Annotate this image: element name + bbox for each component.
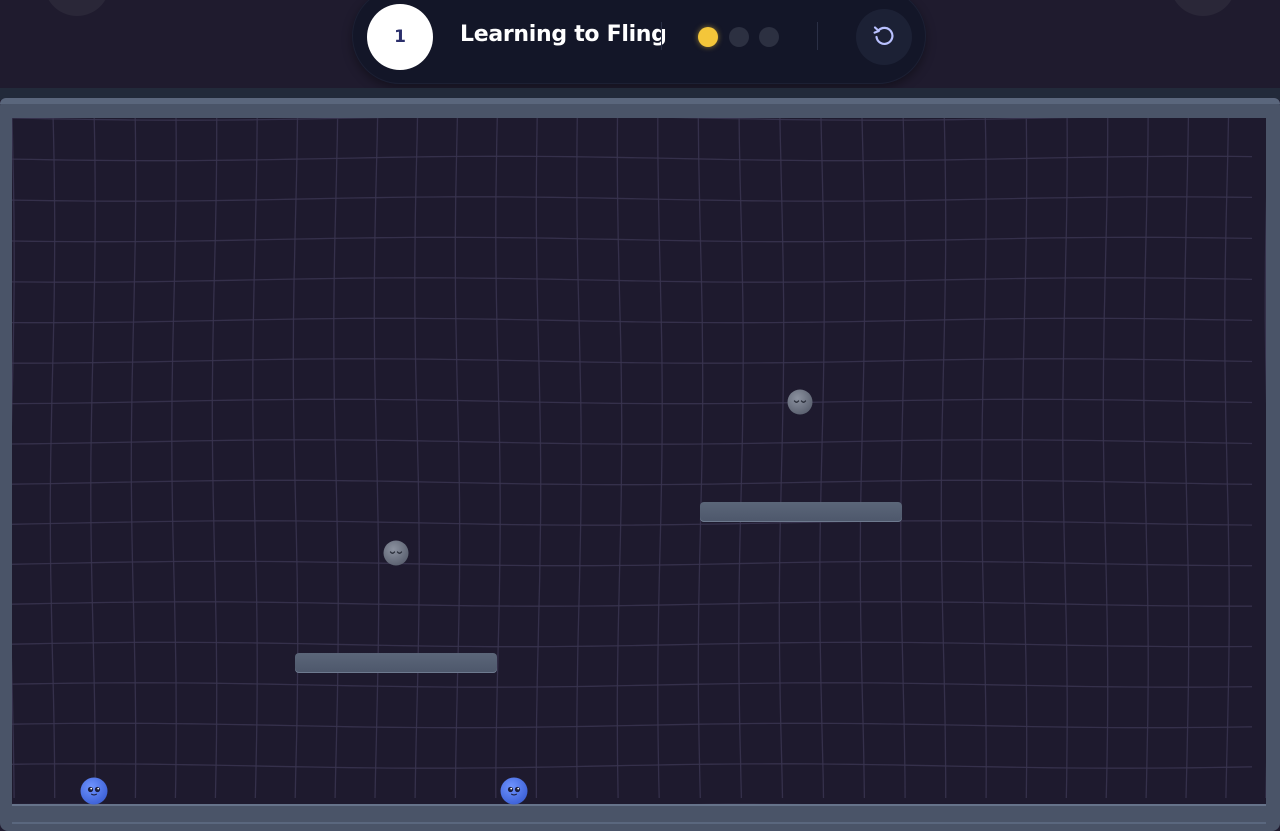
arena-floor xyxy=(12,804,1266,824)
progress-dot-1 xyxy=(698,27,718,47)
grid-line-horizontal xyxy=(12,560,1253,567)
sleeping-target-lower xyxy=(383,540,409,566)
grid-line-vertical xyxy=(1021,118,1028,799)
restart-button[interactable] xyxy=(856,9,912,65)
sleeping-target-upper xyxy=(787,389,813,415)
grid-line-vertical xyxy=(697,118,704,799)
grid-line-vertical xyxy=(819,118,825,799)
grid-line-vertical xyxy=(414,118,420,799)
level-hud: 1 Learning to Fling xyxy=(352,0,926,84)
grid-line-horizontal xyxy=(12,118,1083,121)
grid-line-vertical xyxy=(49,118,56,799)
grid-line-vertical xyxy=(495,118,501,798)
arena-ceiling xyxy=(0,98,1280,104)
grid-line-horizontal xyxy=(12,479,1253,486)
grid-line-vertical xyxy=(454,118,461,799)
floor-edge xyxy=(12,804,1266,806)
grid-line-horizontal xyxy=(12,520,1253,526)
grid-line-vertical xyxy=(981,118,987,799)
sleeping-face-icon xyxy=(787,389,813,415)
sleeping-face-icon xyxy=(383,540,409,566)
grid-line-vertical xyxy=(1183,118,1190,799)
background-grid xyxy=(12,118,1266,804)
blue-ball-right[interactable] xyxy=(500,777,528,805)
grid-line-horizontal xyxy=(12,439,1253,445)
grid-line-vertical xyxy=(130,118,137,799)
play-field[interactable] xyxy=(12,118,1266,804)
grid-line-horizontal xyxy=(12,196,1253,202)
hud-divider-left xyxy=(661,22,662,50)
grid-line-vertical xyxy=(211,118,218,799)
grid-line-vertical xyxy=(576,118,582,799)
grid-line-vertical xyxy=(90,118,96,799)
grid-line-vertical xyxy=(171,118,177,799)
grid-line-vertical xyxy=(1264,195,1266,799)
happy-face-icon xyxy=(80,777,108,805)
upper-right-platform xyxy=(700,502,902,522)
progress-dot-2 xyxy=(729,27,749,47)
blue-ball-left[interactable] xyxy=(80,777,108,805)
grid-line-vertical xyxy=(333,118,339,799)
grid-line-vertical xyxy=(292,118,299,799)
progress-dot-3 xyxy=(759,27,779,47)
grid-line-vertical xyxy=(1143,118,1149,799)
restart-icon xyxy=(870,21,898,53)
grid-line-vertical xyxy=(12,118,15,799)
grid-line-horizontal xyxy=(12,317,1253,324)
grid-line-horizontal xyxy=(12,398,1253,405)
grid-line-vertical xyxy=(616,118,623,799)
grid-line-vertical xyxy=(373,118,380,799)
level-number: 1 xyxy=(394,27,406,47)
level-number-badge: 1 xyxy=(367,4,433,70)
grid-line-horizontal xyxy=(12,277,1253,283)
grid-line-vertical xyxy=(535,118,542,799)
grid-line-vertical xyxy=(859,118,866,799)
grid-line-vertical xyxy=(900,118,906,799)
level-title: Learning to Fling xyxy=(460,22,667,47)
grid-line-vertical xyxy=(1062,118,1068,799)
hud-divider-right xyxy=(817,22,818,50)
lower-left-platform xyxy=(295,653,497,673)
grid-line-vertical xyxy=(1102,118,1109,799)
grid-line-vertical xyxy=(657,118,663,799)
game-screen: 1 Learning to Fling xyxy=(0,0,1280,831)
grid-line-vertical xyxy=(1224,118,1230,799)
grid-line-vertical xyxy=(738,118,744,799)
grid-line-vertical xyxy=(778,118,785,799)
happy-face-icon xyxy=(500,777,528,805)
grid-line-vertical xyxy=(252,118,258,799)
grid-line-horizontal xyxy=(12,155,1253,162)
grid-line-horizontal xyxy=(12,682,1253,688)
grid-line-horizontal xyxy=(12,763,1253,769)
grid-line-vertical xyxy=(940,118,947,798)
grid-line-horizontal xyxy=(12,722,1253,729)
grid-line-horizontal xyxy=(12,358,1253,364)
